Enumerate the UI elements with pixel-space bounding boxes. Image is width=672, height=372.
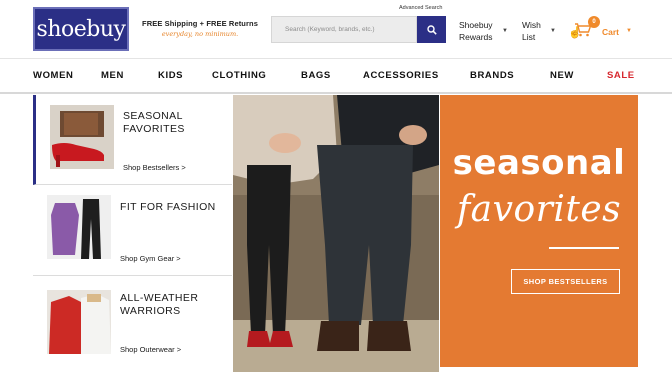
search-button[interactable]	[417, 16, 446, 43]
wish-list-menu[interactable]: Wish List ▼	[522, 19, 556, 43]
shop-bestsellers-link[interactable]: Shop Bestsellers >	[123, 163, 186, 172]
category-promo-list: SEASONAL FAVORITES Shop Bestsellers > FI…	[33, 95, 232, 372]
shoebuy-rewards-menu[interactable]: Shoebuy Rewards ▼	[459, 19, 508, 43]
nav-sale[interactable]: SALE	[607, 70, 635, 81]
chevron-down-icon: ▼	[550, 28, 556, 34]
rewards-label-2: Rewards	[459, 32, 493, 42]
title-line-1: SEASONAL	[123, 110, 183, 122]
nav-new[interactable]: NEW	[550, 70, 574, 81]
hero-photo[interactable]	[233, 95, 439, 372]
promo-card-seasonal[interactable]: SEASONAL FAVORITES Shop Bestsellers >	[33, 95, 232, 185]
title-line-2: FAVORITES	[123, 123, 185, 135]
shoebuy-logo[interactable]: shoebuy	[33, 7, 129, 51]
promo-card-title: FIT FOR FASHION	[120, 201, 216, 214]
wish-label-1: Wish	[522, 20, 541, 30]
gym-wear-image	[47, 195, 111, 259]
shop-outerwear-link[interactable]: Shop Outerwear >	[120, 345, 181, 354]
main-nav: WOMEN MEN KIDS CLOTHING BAGS ACCESSORIES…	[0, 59, 672, 93]
title-line-1: FIT FOR FASHION	[120, 201, 216, 213]
promo-card-fitness[interactable]: FIT FOR FASHION Shop Gym Gear >	[33, 186, 232, 276]
nav-women[interactable]: WOMEN	[33, 70, 73, 81]
chevron-down-icon: ▼	[502, 28, 508, 34]
nav-kids[interactable]: KIDS	[158, 70, 183, 81]
search-input[interactable]	[272, 17, 416, 42]
promo-card-title: SEASONAL FAVORITES	[123, 110, 185, 136]
nav-men[interactable]: MEN	[101, 70, 124, 81]
cart-label: Cart	[602, 27, 620, 37]
promo-line-1: FREE Shipping + FREE Returns	[142, 19, 258, 28]
nav-clothing[interactable]: CLOTHING	[212, 70, 266, 81]
cart-count-badge: 0	[588, 16, 600, 28]
advanced-search-link[interactable]: Advanced Search	[399, 5, 442, 11]
chevron-down-icon: ▼	[626, 28, 632, 34]
site-header: shoebuy FREE Shipping + FREE Returns eve…	[0, 0, 672, 58]
promo-card-outerwear[interactable]: ALL-WEATHER WARRIORS Shop Outerwear >	[33, 277, 232, 367]
banner-divider	[549, 247, 619, 249]
search-box	[271, 16, 417, 43]
title-line-1: ALL-WEATHER	[120, 292, 199, 304]
title-line-2: WARRIORS	[120, 305, 181, 317]
jackets-image	[47, 290, 111, 354]
seasonal-favorites-banner[interactable]: seasonal favorites SHOP BESTSELLERS	[440, 95, 638, 367]
nav-bags[interactable]: BAGS	[301, 70, 331, 81]
banner-headline-2: favorites	[456, 189, 622, 230]
nav-accessories[interactable]: ACCESSORIES	[363, 70, 439, 81]
banner-headline-1: seasonal	[452, 143, 626, 183]
promo-card-title: ALL-WEATHER WARRIORS	[120, 292, 198, 318]
logo-text: shoebuy	[36, 16, 126, 42]
promo-line-2: everyday, no minimum.	[161, 30, 239, 38]
divider	[0, 92, 672, 94]
shop-bestsellers-button[interactable]: SHOP BESTSELLERS	[511, 269, 620, 294]
nav-brands[interactable]: BRANDS	[470, 70, 514, 81]
mouse-cursor-icon: ☝	[568, 27, 582, 39]
rewards-label-1: Shoebuy	[459, 20, 493, 30]
wish-label-2: List	[522, 32, 536, 42]
boots-image	[50, 105, 114, 169]
search-icon	[426, 24, 437, 35]
shipping-promo[interactable]: FREE Shipping + FREE Returns everyday, n…	[139, 19, 261, 38]
shop-gym-gear-link[interactable]: Shop Gym Gear >	[120, 254, 181, 263]
